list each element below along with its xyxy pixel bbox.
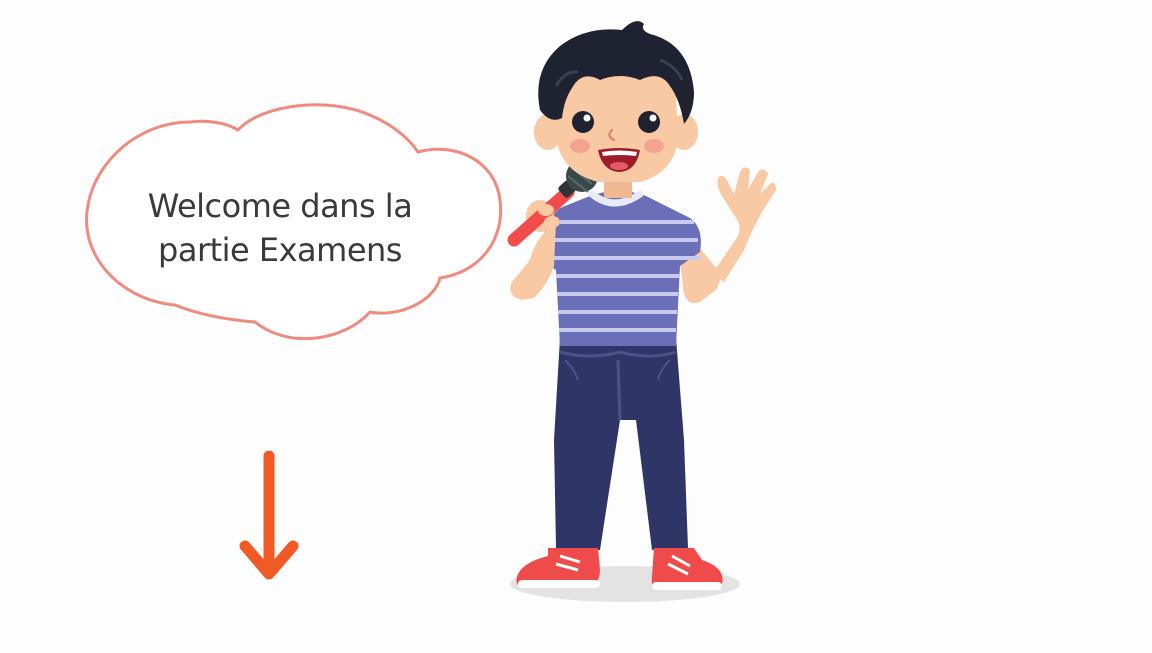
bubble-line-2: partie Examens — [158, 231, 402, 269]
speech-bubble-text: Welcome dans la partie Examens — [120, 184, 440, 272]
welcome-scene: Welcome dans la partie Examens — [0, 0, 1152, 648]
shirt — [542, 191, 701, 346]
scene-illustration — [85, 21, 776, 602]
right-shoe — [651, 548, 723, 590]
left-shoe — [516, 548, 600, 588]
bubble-line-1: Welcome dans la — [147, 187, 413, 225]
down-arrow-icon[interactable] — [239, 450, 299, 580]
boy-character — [507, 21, 776, 602]
